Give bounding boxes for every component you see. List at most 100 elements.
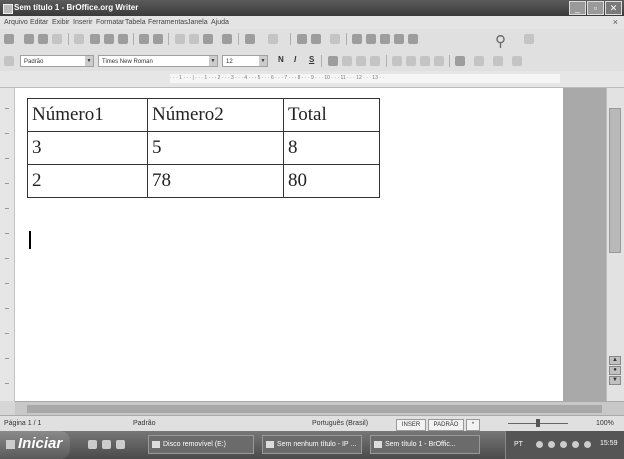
start-button[interactable]: Iniciar	[0, 431, 70, 459]
menu-janela[interactable]: Janela	[187, 16, 208, 29]
cut-icon[interactable]	[175, 34, 185, 44]
next-page-button[interactable]: ▼	[609, 376, 621, 385]
language-indicator[interactable]: Português (Brasil)	[312, 416, 368, 432]
table-cell[interactable]: Número2	[147, 98, 284, 132]
save-icon[interactable]	[38, 34, 48, 44]
bullets-icon[interactable]	[406, 56, 416, 66]
language-indicator[interactable]: PT	[514, 441, 523, 448]
document-table[interactable]: Número1 Número2 Total 3 5 8 2 78 80	[27, 98, 380, 198]
decrease-indent-icon[interactable]	[420, 56, 430, 66]
zoom-slider-handle[interactable]	[536, 419, 540, 427]
quick-launch-browser-icon[interactable]	[102, 440, 111, 449]
tray-app-icon[interactable]	[584, 441, 591, 448]
font-size-select[interactable]: 12 ▼	[222, 55, 268, 67]
navigation-button[interactable]: ●	[609, 366, 621, 375]
selection-mode-indicator[interactable]: PADRÃO	[428, 419, 464, 431]
table-cell[interactable]: 80	[283, 164, 380, 198]
menu-ajuda[interactable]: Ajuda	[211, 16, 229, 29]
network-icon[interactable]	[536, 441, 543, 448]
maximize-button[interactable]: ▫	[587, 1, 604, 15]
copy-icon[interactable]	[189, 34, 199, 44]
menu-exibir[interactable]: Exibir	[52, 16, 70, 29]
clone-formatting-icon[interactable]	[222, 34, 232, 44]
spellcheck-icon[interactable]	[139, 34, 149, 44]
numbering-icon[interactable]	[392, 56, 402, 66]
previous-page-button[interactable]: ▲	[609, 356, 621, 365]
styles-formatting-icon[interactable]	[4, 56, 14, 66]
print-icon[interactable]	[104, 34, 114, 44]
quick-launch-desktop-icon[interactable]	[88, 440, 97, 449]
table-cell[interactable]: 8	[283, 131, 380, 165]
menu-tabela[interactable]: Tabela	[125, 16, 146, 29]
hyperlink-icon[interactable]	[297, 34, 307, 44]
gallery-icon[interactable]	[380, 34, 390, 44]
help-icon[interactable]	[524, 34, 534, 44]
edit-mode-icon[interactable]	[74, 34, 84, 44]
background-color-icon[interactable]	[493, 56, 503, 66]
find-replace-icon[interactable]	[352, 34, 362, 44]
navigator-icon[interactable]	[366, 34, 376, 44]
menu-formatar[interactable]: Formatar	[96, 16, 124, 29]
table-cell[interactable]: Total	[283, 98, 380, 132]
taskbar-item-untitled-ip[interactable]: Sem nenhum título - IP ...	[262, 435, 362, 454]
bold-button[interactable]: N	[278, 55, 284, 64]
menu-ferramentas[interactable]: Ferramentas	[148, 16, 188, 29]
update-icon[interactable]	[572, 441, 579, 448]
menu-arquivo[interactable]: Arquivo	[4, 16, 28, 29]
table-cell[interactable]: 5	[147, 131, 284, 165]
scrollbar-thumb[interactable]	[609, 108, 621, 253]
autocheck-icon[interactable]	[153, 34, 163, 44]
menu-inserir[interactable]: Inserir	[73, 16, 92, 29]
chevron-down-icon[interactable]: ▼	[209, 56, 217, 66]
align-center-icon[interactable]	[342, 56, 352, 66]
highlighting-icon[interactable]	[474, 56, 484, 66]
quick-launch-media-icon[interactable]	[116, 440, 125, 449]
paragraph-style-select[interactable]: Padrão ▼	[20, 55, 94, 67]
page-style[interactable]: Padrão	[133, 416, 156, 432]
table-cell[interactable]: 3	[27, 131, 148, 165]
underline-button[interactable]: S	[309, 55, 314, 64]
justify-icon[interactable]	[370, 56, 380, 66]
volume-icon[interactable]	[548, 441, 555, 448]
export-pdf-icon[interactable]	[90, 34, 100, 44]
scrollbar-thumb[interactable]	[27, 405, 602, 413]
paste-icon[interactable]	[203, 34, 213, 44]
zoom-magnifier-icon[interactable]: ⚲	[495, 32, 506, 50]
minimize-button[interactable]: _	[569, 1, 586, 15]
font-name-select[interactable]: Times New Roman ▼	[98, 55, 218, 67]
chevron-down-icon[interactable]: ▼	[85, 56, 93, 66]
table-cell[interactable]: 78	[147, 164, 284, 198]
menu-editar[interactable]: Editar	[30, 16, 48, 29]
close-document-button[interactable]: ×	[613, 16, 618, 29]
open-icon[interactable]	[24, 34, 34, 44]
security-icon[interactable]	[560, 441, 567, 448]
table-cell[interactable]: Número1	[27, 98, 148, 132]
undo-icon[interactable]	[245, 34, 255, 44]
document-page[interactable]: Número1 Número2 Total 3 5 8 2 78 80	[15, 88, 563, 401]
chevron-down-icon[interactable]: ▼	[259, 56, 267, 66]
close-button[interactable]: ✕	[605, 1, 622, 15]
email-icon[interactable]	[52, 34, 62, 44]
zoom-value[interactable]: 100%	[596, 416, 614, 432]
toolbar-separator	[449, 55, 450, 67]
increase-indent-icon[interactable]	[434, 56, 444, 66]
print-preview-icon[interactable]	[118, 34, 128, 44]
align-left-icon[interactable]	[328, 56, 338, 66]
align-right-icon[interactable]	[356, 56, 366, 66]
new-document-icon[interactable]	[4, 34, 14, 44]
italic-button[interactable]: I	[294, 55, 296, 64]
horizontal-scrollbar[interactable]	[15, 401, 624, 416]
data-sources-icon[interactable]	[394, 34, 404, 44]
taskbar-item-removable-disk[interactable]: Disco removível (E:)	[148, 435, 254, 454]
clock[interactable]: 15:59	[600, 440, 618, 447]
table-cell[interactable]: 2	[27, 164, 148, 198]
insert-mode-indicator[interactable]: INSER	[396, 419, 426, 431]
vertical-scrollbar[interactable]: ▲ ● ▼	[606, 88, 624, 401]
font-color-icon[interactable]	[455, 56, 465, 66]
show-draw-functions-icon[interactable]	[330, 34, 340, 44]
table-icon[interactable]	[311, 34, 321, 44]
nonprinting-characters-icon[interactable]	[408, 34, 418, 44]
redo-icon[interactable]	[268, 34, 278, 44]
toolbar-options-icon[interactable]	[512, 56, 522, 66]
taskbar-item-writer[interactable]: Sem título 1 - BrOffic...	[370, 435, 480, 454]
